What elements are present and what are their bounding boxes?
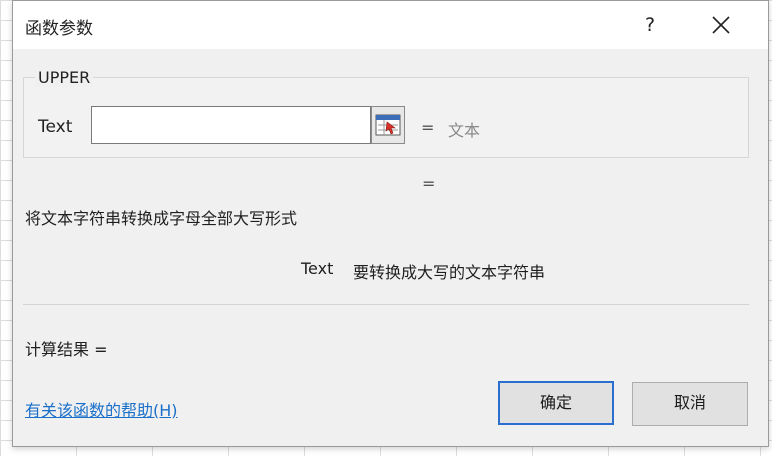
calculation-result: 计算结果 = [25, 340, 108, 359]
divider [23, 304, 749, 305]
text-argument-label: Text [38, 117, 73, 137]
close-icon [712, 16, 730, 34]
help-button[interactable]: ? [635, 10, 665, 40]
function-result-equals-sign: = [422, 174, 436, 193]
argument-description-name: Text [301, 259, 334, 278]
function-name: UPPER [35, 68, 94, 87]
collapse-dialog-icon [375, 114, 401, 136]
cancel-button[interactable]: 取消 [632, 382, 748, 426]
dialog-title: 函数参数 [25, 19, 93, 39]
ok-button[interactable]: 确定 [498, 381, 614, 425]
dialog-titlebar: 函数参数 ? [13, 1, 768, 49]
function-arguments-dialog: 函数参数 ? UPPER Text = 文本 = 将文本字符串转换成字母全部大写… [12, 0, 769, 447]
argument-description-text: 要转换成大写的文本字符串 [353, 263, 546, 282]
function-description: 将文本字符串转换成字母全部大写形式 [25, 209, 298, 228]
collapse-dialog-button[interactable] [371, 106, 405, 144]
argument-equals-sign: = [421, 118, 435, 137]
close-button[interactable] [703, 10, 739, 40]
function-help-link[interactable]: 有关该函数的帮助(H) [25, 397, 178, 421]
argument-value-type: 文本 [448, 121, 481, 140]
text-argument-input[interactable] [91, 106, 371, 144]
